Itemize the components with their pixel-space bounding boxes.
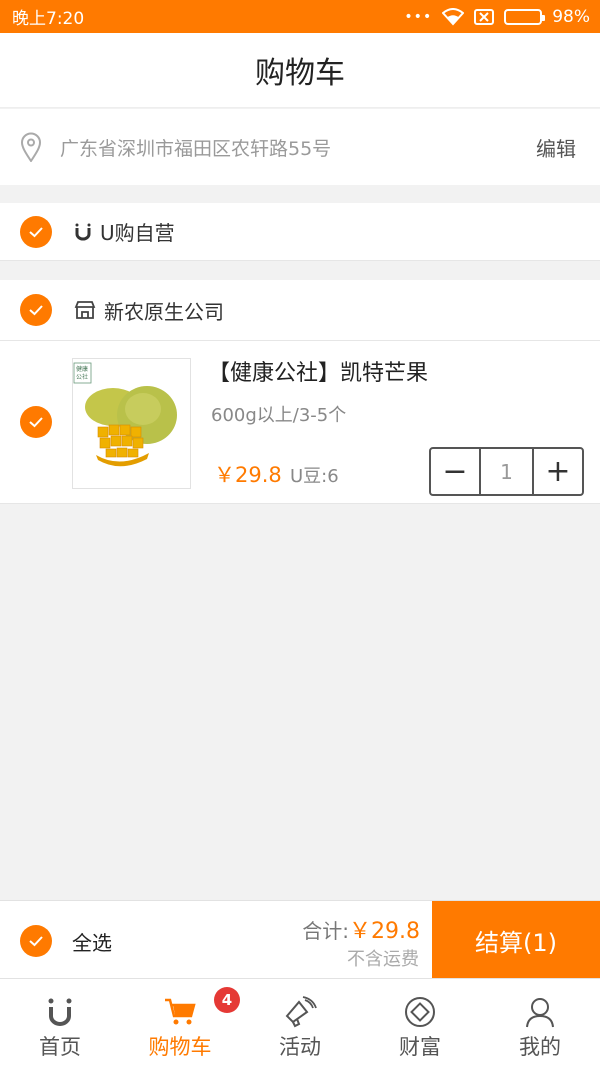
address-text: 广东省深圳市福田区农轩路55号 bbox=[60, 137, 332, 160]
u-home-icon bbox=[45, 995, 75, 1029]
coin-icon bbox=[403, 995, 437, 1029]
battery-text: 98% bbox=[552, 6, 590, 27]
battery-icon bbox=[504, 8, 546, 25]
status-bar: 晚上7:20 ••• 98% bbox=[0, 0, 600, 33]
page-title: 购物车 bbox=[255, 56, 345, 91]
status-icons: ••• 98% bbox=[404, 7, 590, 27]
u-brand-icon bbox=[74, 223, 92, 241]
checkmark-icon bbox=[29, 226, 43, 237]
product-title[interactable]: 【健康公社】凯特芒果 bbox=[208, 355, 428, 387]
tab-label: 首页 bbox=[39, 1035, 81, 1059]
page-title-bar: 购物车 bbox=[0, 33, 600, 108]
item-select-checkbox[interactable] bbox=[20, 406, 52, 438]
store-name: U购自营 bbox=[100, 221, 175, 245]
brand-stamp-line-1: 健康 bbox=[76, 365, 88, 373]
checkmark-icon bbox=[29, 936, 43, 947]
select-all-checkbox[interactable] bbox=[20, 925, 52, 957]
checkout-bar: 全选 合计:￥29.8 不含运费 结算(1) bbox=[0, 900, 600, 979]
shipping-note: 不含运费 bbox=[347, 949, 419, 970]
profile-icon bbox=[524, 995, 556, 1029]
store-group-u-self: U购自营 bbox=[0, 203, 600, 261]
wifi-icon bbox=[442, 7, 465, 26]
cart-count-badge: 4 bbox=[214, 987, 240, 1013]
more-dots-icon: ••• bbox=[404, 8, 433, 25]
checkout-button[interactable]: 结算(1) bbox=[432, 901, 600, 979]
select-all-label[interactable]: 全选 bbox=[72, 927, 112, 956]
store-icon bbox=[74, 300, 96, 320]
total-line: 合计:￥29.8 bbox=[302, 913, 420, 945]
tab-mine[interactable]: 我的 bbox=[480, 979, 600, 1067]
total-amount: ￥29.8 bbox=[349, 919, 420, 944]
brand-stamp-line-2: 公社 bbox=[76, 373, 88, 381]
product-spec: 600g以上/3-5个 bbox=[211, 405, 347, 426]
tab-label: 活动 bbox=[279, 1035, 321, 1059]
quantity-stepper: − 1 + bbox=[429, 447, 584, 496]
tab-label: 财富 bbox=[399, 1035, 441, 1059]
increase-quantity-button[interactable]: + bbox=[534, 449, 582, 494]
tab-label: 购物车 bbox=[148, 1035, 212, 1059]
store-select-checkbox[interactable] bbox=[20, 294, 52, 326]
megaphone-icon bbox=[283, 995, 317, 1029]
checkmark-icon bbox=[29, 305, 43, 316]
tab-home[interactable]: 首页 bbox=[0, 979, 120, 1067]
tab-wealth[interactable]: 财富 bbox=[360, 979, 480, 1067]
store-group-xinnong: 新农原生公司 bbox=[0, 280, 600, 341]
decrease-quantity-button[interactable]: − bbox=[431, 449, 479, 494]
location-pin-icon bbox=[20, 132, 42, 162]
edit-address-button[interactable]: 编辑 bbox=[536, 133, 576, 162]
product-u-bean: U豆:6 bbox=[290, 466, 339, 487]
status-time: 晚上7:20 bbox=[12, 9, 85, 29]
store-select-checkbox[interactable] bbox=[20, 215, 52, 248]
cart-icon bbox=[163, 995, 197, 1029]
product-image[interactable]: 健康 公社 bbox=[72, 358, 191, 489]
cart-item[interactable]: 健康 公社 【健康公社】凯特芒果 600g以上/3-5个 ￥29.8 U豆:6 … bbox=[0, 341, 600, 504]
quantity-value[interactable]: 1 bbox=[479, 449, 534, 494]
store-name: 新农原生公司 bbox=[104, 299, 224, 324]
product-price: ￥29.8 bbox=[214, 463, 282, 487]
tab-cart[interactable]: 购物车 4 bbox=[120, 979, 240, 1067]
checkmark-icon bbox=[29, 417, 43, 428]
tab-label: 我的 bbox=[519, 1035, 561, 1059]
total-label: 合计: bbox=[302, 919, 349, 943]
bottom-tab-bar: 首页 购物车 4 活动 财富 我的 bbox=[0, 978, 600, 1067]
sim-off-icon bbox=[474, 8, 495, 25]
address-row[interactable]: 广东省深圳市福田区农轩路55号 编辑 bbox=[0, 109, 600, 185]
tab-activities[interactable]: 活动 bbox=[240, 979, 360, 1067]
